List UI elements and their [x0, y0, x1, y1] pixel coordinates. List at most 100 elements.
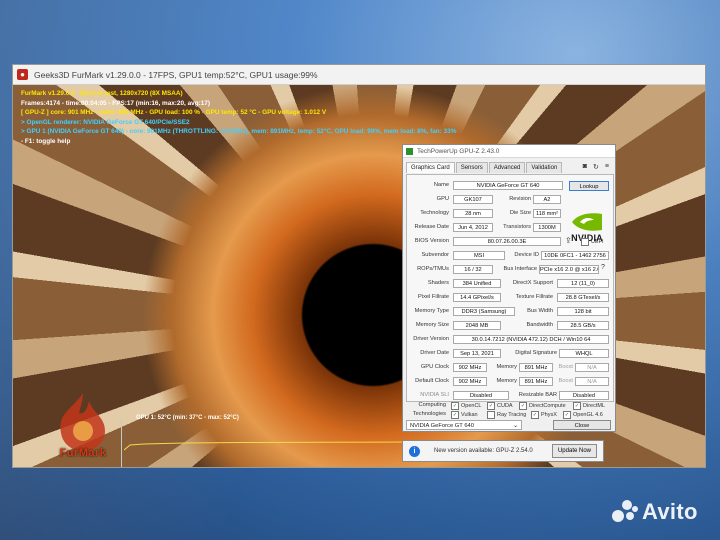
value-boost: N/A — [575, 363, 609, 372]
label-gpu: GPU — [436, 196, 449, 202]
uefi-checkbox[interactable]: UEFI — [581, 238, 604, 246]
label-driver-date: Driver Date — [420, 350, 449, 356]
checkbox-ray-tracing[interactable]: Ray Tracing — [487, 411, 526, 419]
value-resizable-bar: Disabled — [559, 391, 609, 400]
value-memory-clock: 891 MHz — [519, 363, 553, 372]
gpuz-window[interactable]: TechPowerUp GPU-Z 2.43.0 Graphics Card S… — [402, 144, 616, 432]
checkbox-icon — [581, 238, 589, 246]
label-resizable-bar: Resizable BAR — [518, 392, 557, 398]
info-icon: i — [409, 445, 420, 457]
uefi-label: UEFI — [591, 239, 604, 245]
label-directcompute: DirectCompute — [529, 403, 566, 409]
furmark-titlebar[interactable]: ● Geeks3D FurMark v1.29.0.0 - 17FPS, GPU… — [13, 65, 705, 85]
value-bandwidth: 28.5 GB/s — [557, 321, 609, 330]
overlay-line: [ GPU-Z ] core: 901 MHz - mem: 891 MHz -… — [21, 109, 327, 117]
checkbox-opengl[interactable]: ✓ OpenGL 4.6 — [563, 411, 603, 419]
update-notification: i New version available: GPU-Z 2.54.0 Up… — [402, 440, 604, 462]
checkmark-icon: ✓ — [487, 402, 495, 410]
value-bus-interface: PCIe x16 2.0 @ x16 2.0 — [539, 265, 599, 274]
checkbox-vulkan[interactable]: ✓ Vulkan — [451, 411, 478, 419]
tab-validation[interactable]: Validation — [526, 162, 563, 173]
overlay-line: FurMark v1.29.0.0 - Burn-in test, 1280x7… — [21, 90, 183, 97]
overlay-line: > OpenGL renderer: NVIDIA GeForce GT 640… — [21, 118, 190, 126]
label-ray-tracing: Ray Tracing — [497, 412, 527, 418]
value-transistors: 1300M — [533, 223, 561, 232]
gpuz-app-icon — [406, 147, 413, 155]
value-bus-width: 128 bit — [557, 307, 609, 316]
checkmark-icon: ✓ — [563, 411, 571, 419]
checkbox-directml[interactable]: ✓ DirectML — [573, 402, 605, 410]
label-directx-support: DirectX Support — [512, 280, 553, 286]
refresh-icon[interactable]: ↻ — [593, 163, 599, 171]
value-memory-size: 2048 MB — [453, 321, 501, 330]
gpu-select-dropdown[interactable]: NVIDIA GeForce GT 640 ⌄ — [406, 420, 522, 430]
label-gpu-clock: GPU Clock — [420, 364, 449, 370]
label-default-memory: Memory — [496, 378, 517, 384]
value-gpu-clock: 902 MHz — [453, 363, 487, 372]
value-nvidia-sli: Disabled — [453, 391, 509, 400]
label-memory-clock: Memory — [496, 364, 517, 370]
graph-label: GPU 1: 52°C (min: 37°C - max: 52°C) — [136, 415, 239, 421]
label-bandwidth: Bandwidth — [526, 322, 553, 328]
checkbox-cuda[interactable]: ✓ CUDA — [487, 402, 513, 410]
value-die-size: 118 mm² — [533, 209, 561, 218]
furmark-title: Geeks3D FurMark v1.29.0.0 - 17FPS, GPU1 … — [34, 69, 318, 80]
camera-icon[interactable]: ◙ — [583, 163, 587, 171]
label-technologies: Technologies — [412, 411, 446, 417]
value-gpu: GK107 — [453, 195, 493, 204]
label-revision: Revision — [509, 196, 531, 202]
label-nvidia-sli: NVIDIA SLI — [420, 392, 449, 398]
nvidia-eye-icon — [572, 213, 602, 231]
label-bus-width: Bus Width — [527, 308, 553, 314]
value-technology: 28 nm — [453, 209, 493, 218]
value-directx-support: 12 (11_0) — [557, 279, 609, 288]
label-rops-tmus: ROPs/TMUs — [417, 266, 449, 272]
tab-sensors[interactable]: Sensors — [455, 162, 488, 173]
value-subvendor: MSI — [453, 251, 505, 260]
value-default-boost: N/A — [575, 377, 609, 386]
gpuz-titlebar[interactable]: TechPowerUp GPU-Z 2.43.0 — [403, 145, 615, 158]
label-physx: PhysX — [541, 412, 557, 418]
tab-advanced[interactable]: Advanced — [488, 162, 526, 173]
overlay-line: Frames:4174 - time:00:04:05 - FPS:17 (mi… — [21, 99, 210, 107]
checkbox-physx[interactable]: ✓ PhysX — [531, 411, 557, 419]
label-driver-version: Driver Version — [413, 336, 449, 342]
temperature-graph: GPU 1: 52°C (min: 37°C - max: 52°C) — [121, 415, 422, 467]
label-device-id: Device ID — [514, 252, 539, 258]
avito-text: Avito — [642, 499, 698, 524]
graphics-card-panel: Name NVIDIA GeForce GT 640 Lookup GPU GK… — [406, 174, 614, 402]
checkbox-directcompute[interactable]: ✓ DirectCompute — [519, 402, 566, 410]
value-default-memory: 891 MHz — [519, 377, 553, 386]
label-pixel-fillrate: Pixel Fillrate — [418, 294, 449, 300]
value-rops-tmus: 16 / 32 — [453, 265, 493, 274]
checkmark-icon: ✓ — [519, 402, 527, 410]
label-die-size: Die Size — [509, 210, 531, 216]
value-digital-signature: WHQL — [559, 349, 609, 358]
gpuz-tabs: Graphics Card Sensors Advanced Validatio… — [403, 161, 563, 173]
update-now-button[interactable]: Update Now — [551, 444, 597, 458]
chevron-down-icon: ⌄ — [513, 423, 518, 429]
menu-icon[interactable]: ≡ — [605, 163, 609, 171]
furmark-logo: FurMark — [43, 389, 123, 459]
value-pixel-fillrate: 14.4 GPixel/s — [453, 293, 501, 302]
share-icon[interactable]: ⇪ — [565, 236, 572, 245]
value-driver-version: 30.0.14.7212 (NVIDIA 472.12) DCH / Win10… — [453, 335, 609, 344]
label-memory-size: Memory Size — [415, 322, 449, 328]
value-name: NVIDIA GeForce GT 640 — [453, 181, 563, 190]
value-release-date: Jun 4, 2012 — [453, 223, 493, 232]
help-icon[interactable]: ? — [601, 264, 605, 271]
label-digital-signature: Digital Signature — [515, 350, 557, 356]
value-driver-date: Sep 13, 2021 — [453, 349, 501, 358]
close-button[interactable]: Close — [553, 420, 611, 430]
label-default-boost: Boost — [558, 378, 573, 384]
tab-graphics-card[interactable]: Graphics Card — [406, 162, 455, 173]
checkbox-opencl[interactable]: ✓ OpenCL — [451, 402, 482, 410]
gpuz-toolbar: ◙ ↻ ≡ — [583, 163, 609, 171]
value-revision: A2 — [533, 195, 561, 204]
label-transistors: Transistors — [503, 224, 531, 230]
gpu-select-value: NVIDIA GeForce GT 640 — [410, 423, 475, 429]
label-texture-fillrate: Texture Fillrate — [515, 294, 553, 300]
lookup-button[interactable]: Lookup — [569, 181, 609, 191]
gpuz-title: TechPowerUp GPU-Z 2.43.0 — [417, 147, 500, 155]
label-memory-type: Memory Type — [414, 308, 449, 314]
